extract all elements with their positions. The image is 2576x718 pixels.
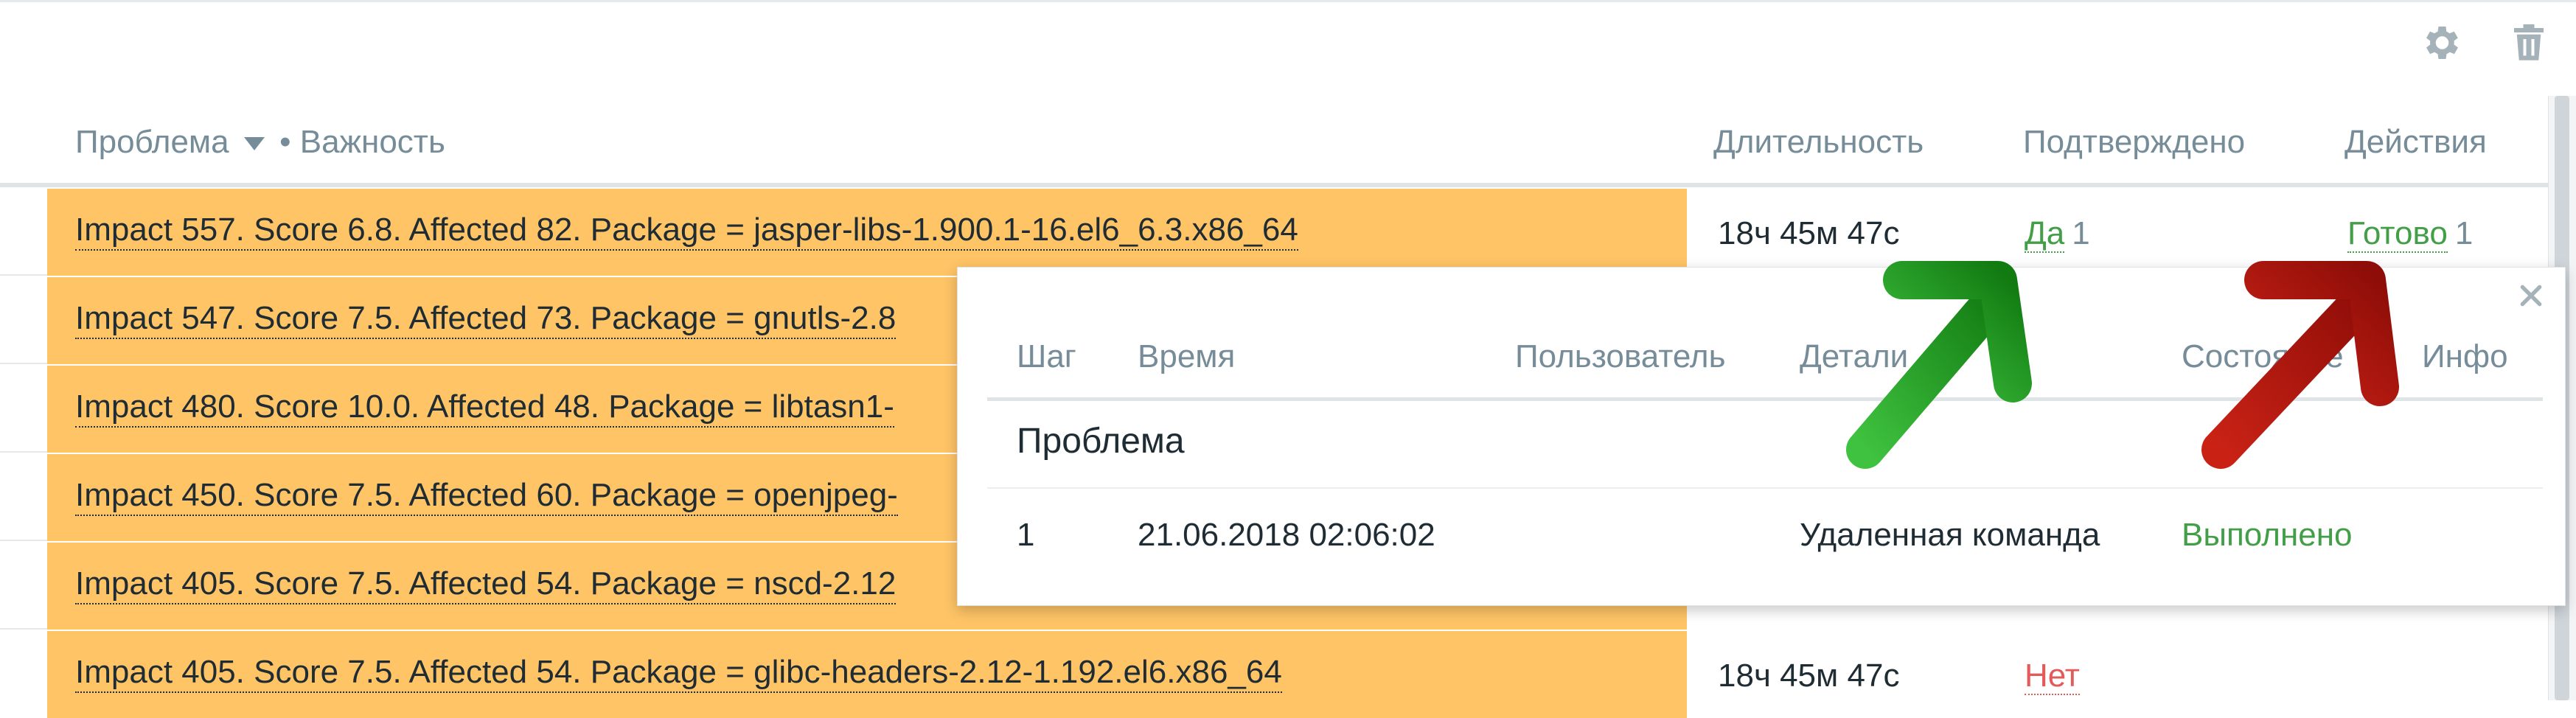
- problem-link[interactable]: Impact 480. Score 10.0. Affected 48. Pac…: [75, 388, 894, 428]
- ack-link[interactable]: Да: [2025, 215, 2065, 253]
- header-separator: •: [279, 124, 291, 160]
- ack-cell: Да 1: [2025, 215, 2090, 253]
- problem-link[interactable]: Impact 557. Score 6.8. Affected 82. Pack…: [75, 211, 1298, 251]
- problem-cell: Impact 405. Score 7.5. Affected 54. Pack…: [47, 631, 1687, 718]
- duration-cell: 18ч 45м 47с: [1718, 215, 1900, 251]
- actions-cell: Готово 1: [2347, 215, 2474, 253]
- header-actions: Действия: [2344, 124, 2487, 160]
- trash-icon[interactable]: [2507, 21, 2551, 65]
- popup-header-details: Детали: [1800, 338, 1909, 374]
- problem-link[interactable]: Impact 547. Score 7.5. Affected 73. Pack…: [75, 299, 897, 339]
- ack-cell: Нет: [2025, 658, 2080, 695]
- popup-header-divider: [987, 397, 2543, 401]
- duration-cell: 18ч 45м 47с: [1718, 658, 1900, 694]
- header-duration: Длительность: [1713, 124, 1924, 160]
- popup-header-user: Пользователь: [1515, 338, 1726, 374]
- popup-row-status: Выполнено: [2182, 517, 2353, 553]
- header-ack: Подтверждено: [2023, 124, 2246, 160]
- problem-cell: Impact 557. Score 6.8. Affected 82. Pack…: [47, 189, 1687, 276]
- table-header: Проблема • Важность Длительность Подтвер…: [0, 111, 2551, 184]
- sort-desc-icon: [243, 137, 265, 151]
- problem-link[interactable]: Impact 450. Score 7.5. Affected 60. Pack…: [75, 476, 898, 516]
- problem-link[interactable]: Impact 405. Score 7.5. Affected 54. Pack…: [75, 565, 897, 604]
- top-border: [0, 0, 2576, 2]
- popup-row-details: Удаленная команда: [1800, 517, 2100, 553]
- popup-row-time: 21.06.2018 02:06:02: [1138, 517, 1435, 553]
- popup-header-time: Время: [1138, 338, 1236, 374]
- popup-row-step: 1: [1017, 517, 1035, 553]
- popup-section-title: Проблема: [1017, 422, 1185, 461]
- actions-link[interactable]: Готово: [2347, 215, 2448, 253]
- actions-popup: Шаг Время Пользователь Детали Состояние …: [957, 267, 2566, 606]
- header-problem[interactable]: Проблема • Важность: [75, 124, 445, 161]
- gear-icon[interactable]: [2418, 21, 2462, 65]
- close-icon[interactable]: [2516, 281, 2546, 310]
- table-row: Impact 405. Score 7.5. Affected 54. Pack…: [0, 630, 2548, 718]
- popup-header-status: Состояние: [2182, 338, 2344, 374]
- popup-section-divider: [987, 487, 2543, 489]
- popup-header-info: Инфо: [2422, 338, 2508, 374]
- problem-link[interactable]: Impact 405. Score 7.5. Affected 54. Pack…: [75, 653, 1282, 693]
- header-problem-label[interactable]: Проблема: [75, 124, 229, 160]
- ack-link[interactable]: Нет: [2025, 658, 2080, 695]
- header-severity-label[interactable]: Важность: [300, 124, 445, 160]
- popup-header-step: Шаг: [1017, 338, 1076, 374]
- actions-count: 1: [2454, 215, 2474, 251]
- ack-count: 1: [2072, 215, 2090, 251]
- table-row: Impact 557. Score 6.8. Affected 82. Pack…: [0, 187, 2548, 276]
